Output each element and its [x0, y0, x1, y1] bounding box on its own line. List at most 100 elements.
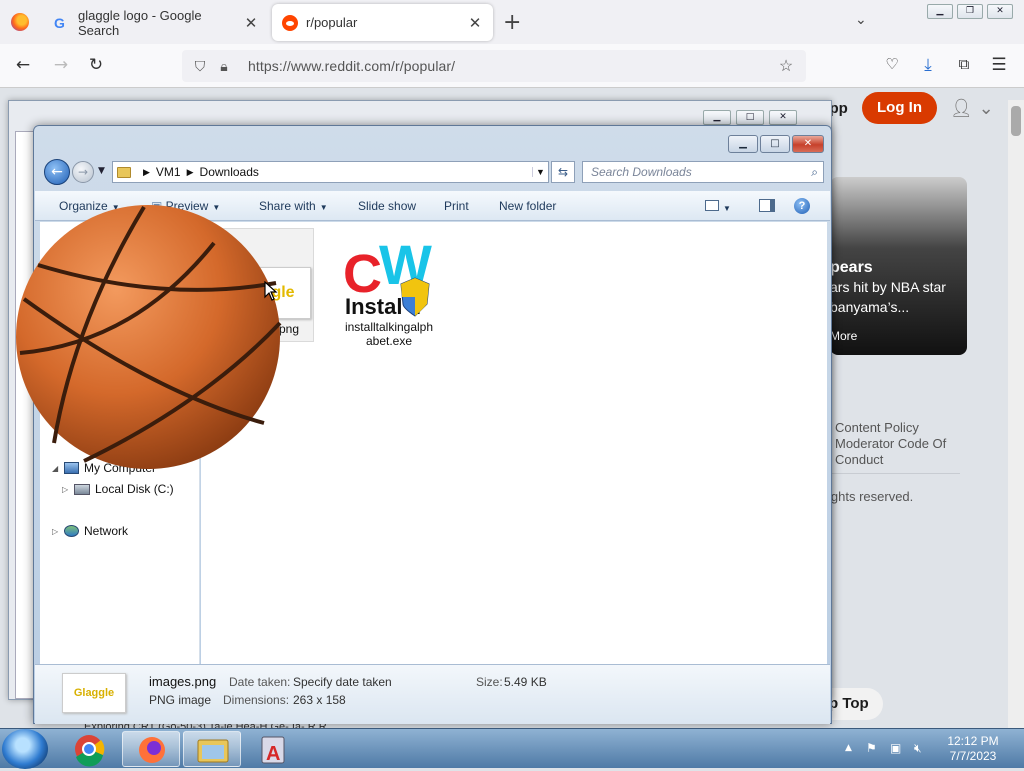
file-name: abet.exe — [365, 334, 413, 348]
refresh-icon[interactable]: ⇆ — [551, 161, 575, 183]
rights-text: ights reserved. — [828, 489, 914, 504]
downloads-icon[interactable]: ⤓ — [917, 55, 939, 75]
new-tab-button[interactable]: + — [503, 10, 521, 35]
search-icon[interactable]: ⌕ — [811, 162, 818, 182]
lock-icon[interactable]: 🔒︎ — [214, 58, 234, 75]
start-button[interactable] — [2, 729, 48, 769]
pocket-icon[interactable]: ♡ — [881, 55, 903, 73]
details-date-label: Date taken: — [229, 675, 291, 689]
clock[interactable]: 12:12 PM 7/7/2023 — [938, 734, 1008, 764]
close-window-button[interactable]: ✕ — [792, 135, 824, 153]
clock-time: 12:12 PM — [947, 734, 999, 748]
svg-text:A: A — [266, 743, 280, 765]
preview-pane-icon[interactable] — [759, 199, 775, 215]
page-scrollbar[interactable] — [1008, 100, 1024, 728]
footer-link[interactable]: Content Policy — [835, 420, 919, 435]
details-thumbnail: Glaggle — [62, 673, 126, 713]
footer-link[interactable]: Conduct — [835, 452, 883, 467]
details-filetype: PNG image — [149, 693, 212, 707]
details-size-value: 5.49 KB — [504, 675, 547, 689]
restore-button[interactable]: ❐ — [957, 4, 983, 19]
reload-icon[interactable]: ↻ — [85, 55, 107, 75]
disk-icon — [74, 483, 90, 495]
folder-icon — [117, 166, 131, 178]
search-placeholder: Search Downloads — [591, 165, 692, 179]
breadcrumb-downloads[interactable]: Downloads — [200, 165, 259, 179]
menu-hamburger-icon[interactable]: ☰ — [988, 55, 1010, 75]
network-tray-icon[interactable]: ▣ — [890, 741, 901, 755]
card-text: banyama’s... — [830, 299, 910, 315]
tree-item-network[interactable]: ▷ Network — [52, 524, 128, 538]
basketball-image[interactable] — [14, 203, 282, 471]
search-input[interactable]: Search Downloads ⌕ — [582, 161, 824, 183]
minimize-button[interactable]: ▁ — [927, 4, 953, 19]
list-tabs-chevron-icon[interactable]: ⌄ — [855, 12, 867, 28]
print-button[interactable]: Print — [444, 199, 469, 213]
footer-divider — [830, 473, 960, 474]
breadcrumb-vm1[interactable]: VM1 — [156, 165, 181, 179]
show-hidden-icons-icon[interactable]: ▲ — [845, 743, 852, 753]
login-button[interactable]: Log In — [862, 92, 937, 124]
taskbar-chrome-button[interactable] — [60, 731, 118, 767]
tab-label: r/popular — [306, 15, 358, 30]
url-bar[interactable]: ⛉ 🔒︎ https://www.reddit.com/r/popular/ ☆ — [182, 50, 806, 82]
installer-app-icon: C W Instal r — [341, 233, 437, 320]
forward-arrow-icon[interactable]: → — [72, 161, 94, 183]
details-filename: images.png — [149, 674, 217, 689]
browser-tab-bar: G glaggle logo - Google Search ✕ r/popul… — [0, 0, 1024, 44]
card-headline: pears — [830, 259, 873, 276]
user-menu-icon[interactable]: 👤︎ ⌄ — [950, 98, 994, 119]
tab-google-search[interactable]: G glaggle logo - Google Search ✕ — [44, 4, 269, 41]
card-more-link[interactable]: More — [830, 329, 857, 343]
history-dropdown-icon[interactable]: ▼ — [98, 166, 105, 176]
maximize-button[interactable]: □ — [736, 110, 764, 125]
taskbar-firefox-button[interactable] — [122, 731, 180, 767]
tab-label: glaggle logo - Google Search — [78, 7, 202, 38]
minimize-button[interactable]: ▁ — [728, 135, 758, 153]
close-window-button[interactable]: ✕ — [769, 110, 797, 125]
card-text: ars hit by NBA star — [830, 279, 946, 295]
back-arrow-icon[interactable]: ← — [12, 55, 34, 75]
url-text[interactable]: https://www.reddit.com/r/popular/ — [248, 58, 768, 74]
slide-show-button[interactable]: Slide show — [358, 199, 416, 213]
volume-muted-icon[interactable]: 🔇︎ — [914, 741, 922, 756]
firefox-icon[interactable] — [11, 13, 29, 31]
address-dropdown-icon[interactable]: ▼ — [532, 167, 548, 177]
shield-icon[interactable]: ⛉ — [190, 58, 210, 75]
mouse-cursor-icon — [264, 280, 278, 304]
file-list-pane[interactable]: gle png C W Instal r installtalkingalph … — [201, 222, 827, 664]
new-folder-button[interactable]: New folder — [499, 199, 556, 213]
extensions-icon[interactable]: ⧉ — [953, 55, 975, 73]
details-size-label: Size: — [476, 675, 503, 689]
chevron-right-icon[interactable]: ▶ — [187, 167, 194, 178]
taskbar-installer-button[interactable]: A — [244, 731, 302, 767]
change-view-icon[interactable]: ▼ — [705, 200, 731, 214]
taskbar-explorer-button[interactable] — [183, 731, 241, 767]
taskbar: A ▲ ⚑ ▣ 🔇︎ 12:12 PM 7/7/2023 — [0, 728, 1024, 769]
address-bar[interactable]: ▶ VM1 ▶ Downloads ▼ — [112, 161, 549, 183]
maximize-button[interactable]: □ — [760, 135, 790, 153]
close-tab-icon[interactable]: ✕ — [243, 14, 259, 32]
back-arrow-icon[interactable]: ← — [44, 159, 70, 185]
file-name: installtalkingalph — [344, 320, 434, 334]
details-dimensions-value: 263 x 158 — [293, 693, 346, 707]
clock-date: 7/7/2023 — [949, 749, 997, 763]
bookmark-star-icon[interactable]: ☆ — [776, 56, 796, 76]
tab-reddit-popular[interactable]: r/popular ✕ — [272, 4, 493, 41]
footer-link[interactable]: Moderator Code Of — [835, 436, 946, 451]
network-icon — [64, 525, 79, 537]
trending-card[interactable]: pears ars hit by NBA star banyama’s... M… — [830, 177, 967, 355]
help-icon[interactable]: ? — [794, 198, 810, 214]
close-tab-icon[interactable]: ✕ — [467, 14, 483, 32]
chevron-right-icon[interactable]: ▶ — [143, 167, 150, 178]
minimize-button[interactable]: ▁ — [703, 110, 731, 125]
close-window-button[interactable]: ✕ — [987, 4, 1013, 19]
browser-nav-bar: ← → ↻ ⛉ 🔒︎ https://www.reddit.com/r/popu… — [0, 44, 1024, 88]
tree-item-local-disk[interactable]: ▷ Local Disk (C:) — [62, 482, 174, 496]
forward-arrow-icon[interactable]: → — [50, 55, 72, 75]
details-date-value[interactable]: Specify date taken — [293, 675, 392, 689]
file-item-installer-exe[interactable]: C W Instal r installtalkingalph abet.exe — [339, 233, 439, 348]
svg-text:Instal: Instal — [345, 294, 402, 319]
google-icon: G — [54, 14, 65, 31]
action-center-flag-icon[interactable]: ⚑ — [866, 741, 877, 755]
